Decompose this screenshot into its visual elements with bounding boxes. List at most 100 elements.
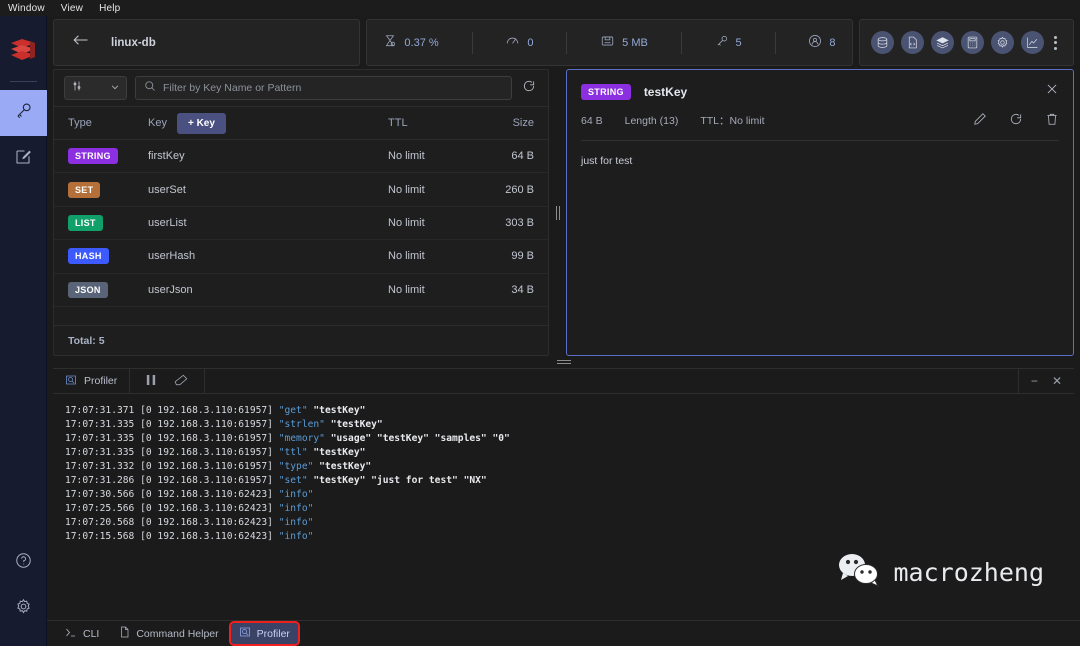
gear-icon[interactable]	[990, 31, 1014, 54]
more-vertical-icon[interactable]	[1050, 32, 1061, 54]
column-header-type: Type	[68, 117, 92, 129]
top-toolbar: linux-db 0.37 % 0 5 MB 5 8	[47, 16, 1080, 69]
column-header-ttl: TTL	[388, 117, 408, 129]
filter-bar	[54, 70, 548, 106]
edit-square-icon	[14, 148, 32, 171]
arrow-left-icon[interactable]	[72, 33, 89, 52]
gear-icon	[15, 598, 32, 620]
stat-ops: 0	[505, 34, 533, 51]
table-row[interactable]: STRING firstKey No limit 64 B	[54, 140, 548, 174]
vertical-splitter[interactable]	[549, 69, 566, 356]
chart-line-icon[interactable]	[1020, 31, 1044, 54]
key-type-filter-select[interactable]	[64, 76, 127, 100]
delete-icon[interactable]	[1045, 112, 1059, 129]
row-key: firstKey	[148, 150, 185, 163]
db-title-panel: linux-db	[53, 19, 360, 66]
sidebar-divider	[9, 81, 37, 82]
key-search-box[interactable]	[135, 76, 512, 100]
tool-icons-panel	[859, 19, 1074, 66]
table-row[interactable]: JSON userJson No limit 34 B	[54, 274, 548, 307]
horizontal-splitter-grip	[556, 360, 571, 364]
calculator-icon[interactable]	[960, 31, 984, 54]
search-input[interactable]	[163, 82, 503, 94]
row-key: userSet	[148, 183, 186, 196]
close-icon[interactable]	[1045, 82, 1059, 101]
column-header-key: Key + Key	[148, 112, 388, 134]
minimize-icon[interactable]: −	[1031, 374, 1038, 388]
row-ttl: No limit	[388, 183, 425, 196]
stat-divider	[680, 31, 682, 54]
row-type: HASH	[68, 248, 148, 265]
log-line: 17:07:20.568 [0 192.168.3.110:62423] "in…	[65, 517, 314, 528]
row-size: 64 B	[511, 150, 534, 163]
stat-cpu-value: 0.37 %	[404, 36, 439, 49]
stat-divider	[566, 31, 568, 54]
stat-keys: 5	[715, 34, 742, 51]
tab-cli[interactable]: CLI	[57, 624, 107, 644]
stat-clients: 8	[808, 34, 835, 51]
column-header-key-label: Key	[148, 117, 167, 129]
table-row[interactable]: SET userSet No limit 260 B	[54, 173, 548, 207]
profiler-log[interactable]: 17:07:31.371 [0 192.168.3.110:61957] "ge…	[53, 394, 1074, 620]
layers-icon[interactable]	[931, 31, 955, 54]
chevron-down-icon	[110, 79, 120, 97]
detail-meta-row: 64 B Length (13) TTL：No limit	[581, 112, 1059, 129]
eraser-icon[interactable]	[174, 374, 188, 389]
type-badge: HASH	[68, 248, 109, 265]
horizontal-splitter[interactable]	[47, 356, 1080, 368]
detail-size: 64 B	[581, 114, 603, 127]
wechat-icon	[837, 553, 881, 592]
stats-panel: 0.37 % 0 5 MB 5 8	[366, 19, 853, 66]
stat-memory: 5 MB	[600, 34, 648, 51]
log-line: 17:07:15.568 [0 192.168.3.110:62423] "in…	[65, 531, 314, 542]
user-icon	[808, 34, 822, 51]
redis-logo-icon	[10, 38, 36, 67]
main-area: linux-db 0.37 % 0 5 MB 5 8 Filter by Key…	[47, 16, 1080, 646]
row-size: 34 B	[511, 283, 534, 296]
log-line: 17:07:25.566 [0 192.168.3.110:62423] "in…	[65, 503, 314, 514]
table-row[interactable]: LIST userList No limit 303 B	[54, 207, 548, 241]
tab-profiler[interactable]: Profiler	[228, 621, 300, 646]
edit-icon[interactable]	[973, 112, 987, 129]
detail-header: STRING testKey 64 B Length (13) TTL：No l…	[567, 70, 1073, 141]
tab-command-helper[interactable]: Command Helper	[111, 623, 226, 644]
detail-key-name: testKey	[643, 84, 688, 99]
key-detail-panel: STRING testKey 64 B Length (13) TTL：No l…	[566, 69, 1074, 356]
tab-label: CLI	[83, 627, 100, 640]
total-count-label: Total: 5	[68, 334, 105, 347]
row-key: userList	[148, 216, 187, 229]
sidebar-item-help[interactable]	[0, 540, 47, 586]
stat-divider	[774, 31, 776, 54]
type-badge: SET	[68, 181, 101, 198]
key-icon	[715, 34, 729, 51]
log-line: 17:07:31.335 [0 192.168.3.110:61957] "st…	[65, 419, 383, 430]
app-window: Window View Help linux-db 0.37 % 0 5 MB …	[0, 0, 1080, 646]
refresh-icon[interactable]	[1009, 112, 1023, 129]
key-list-panel: Type Key + Key TTL Size STRING firstKey No…	[53, 69, 549, 356]
tab-label: Profiler	[256, 627, 290, 640]
sidebar-item-browser[interactable]	[0, 90, 47, 136]
menu-item-help[interactable]: Help	[99, 3, 120, 14]
row-size: 260 B	[505, 183, 534, 196]
watermark-text: macrozheng	[893, 557, 1044, 587]
detail-value[interactable]: just for test	[567, 141, 1073, 355]
memory-icon	[600, 34, 615, 51]
type-badge: STRING	[68, 148, 118, 165]
menu-item-window[interactable]: Window	[8, 3, 45, 14]
detail-length: Length (13)	[624, 114, 679, 127]
database-icon[interactable]	[871, 31, 895, 54]
sidebar-item-settings[interactable]	[0, 586, 47, 632]
pause-icon[interactable]	[146, 374, 156, 389]
file-code-icon[interactable]	[901, 31, 925, 54]
cpu-icon	[383, 34, 397, 51]
left-sidebar	[0, 16, 47, 646]
sidebar-item-workbench[interactable]	[0, 136, 47, 182]
refresh-icon[interactable]	[520, 77, 538, 100]
menu-item-view[interactable]: View	[61, 3, 83, 14]
profiler-panel: Profiler − ✕ 17:07:31.371 [0 192.168.3.1…	[53, 368, 1074, 620]
log-line: 17:07:31.335 [0 192.168.3.110:61957] "tt…	[65, 447, 366, 458]
stat-clients-value: 8	[829, 36, 836, 49]
table-row[interactable]: HASH userHash No limit 99 B	[54, 240, 548, 274]
add-key-button[interactable]: + Key	[176, 112, 226, 134]
close-icon[interactable]: ✕	[1052, 374, 1062, 388]
